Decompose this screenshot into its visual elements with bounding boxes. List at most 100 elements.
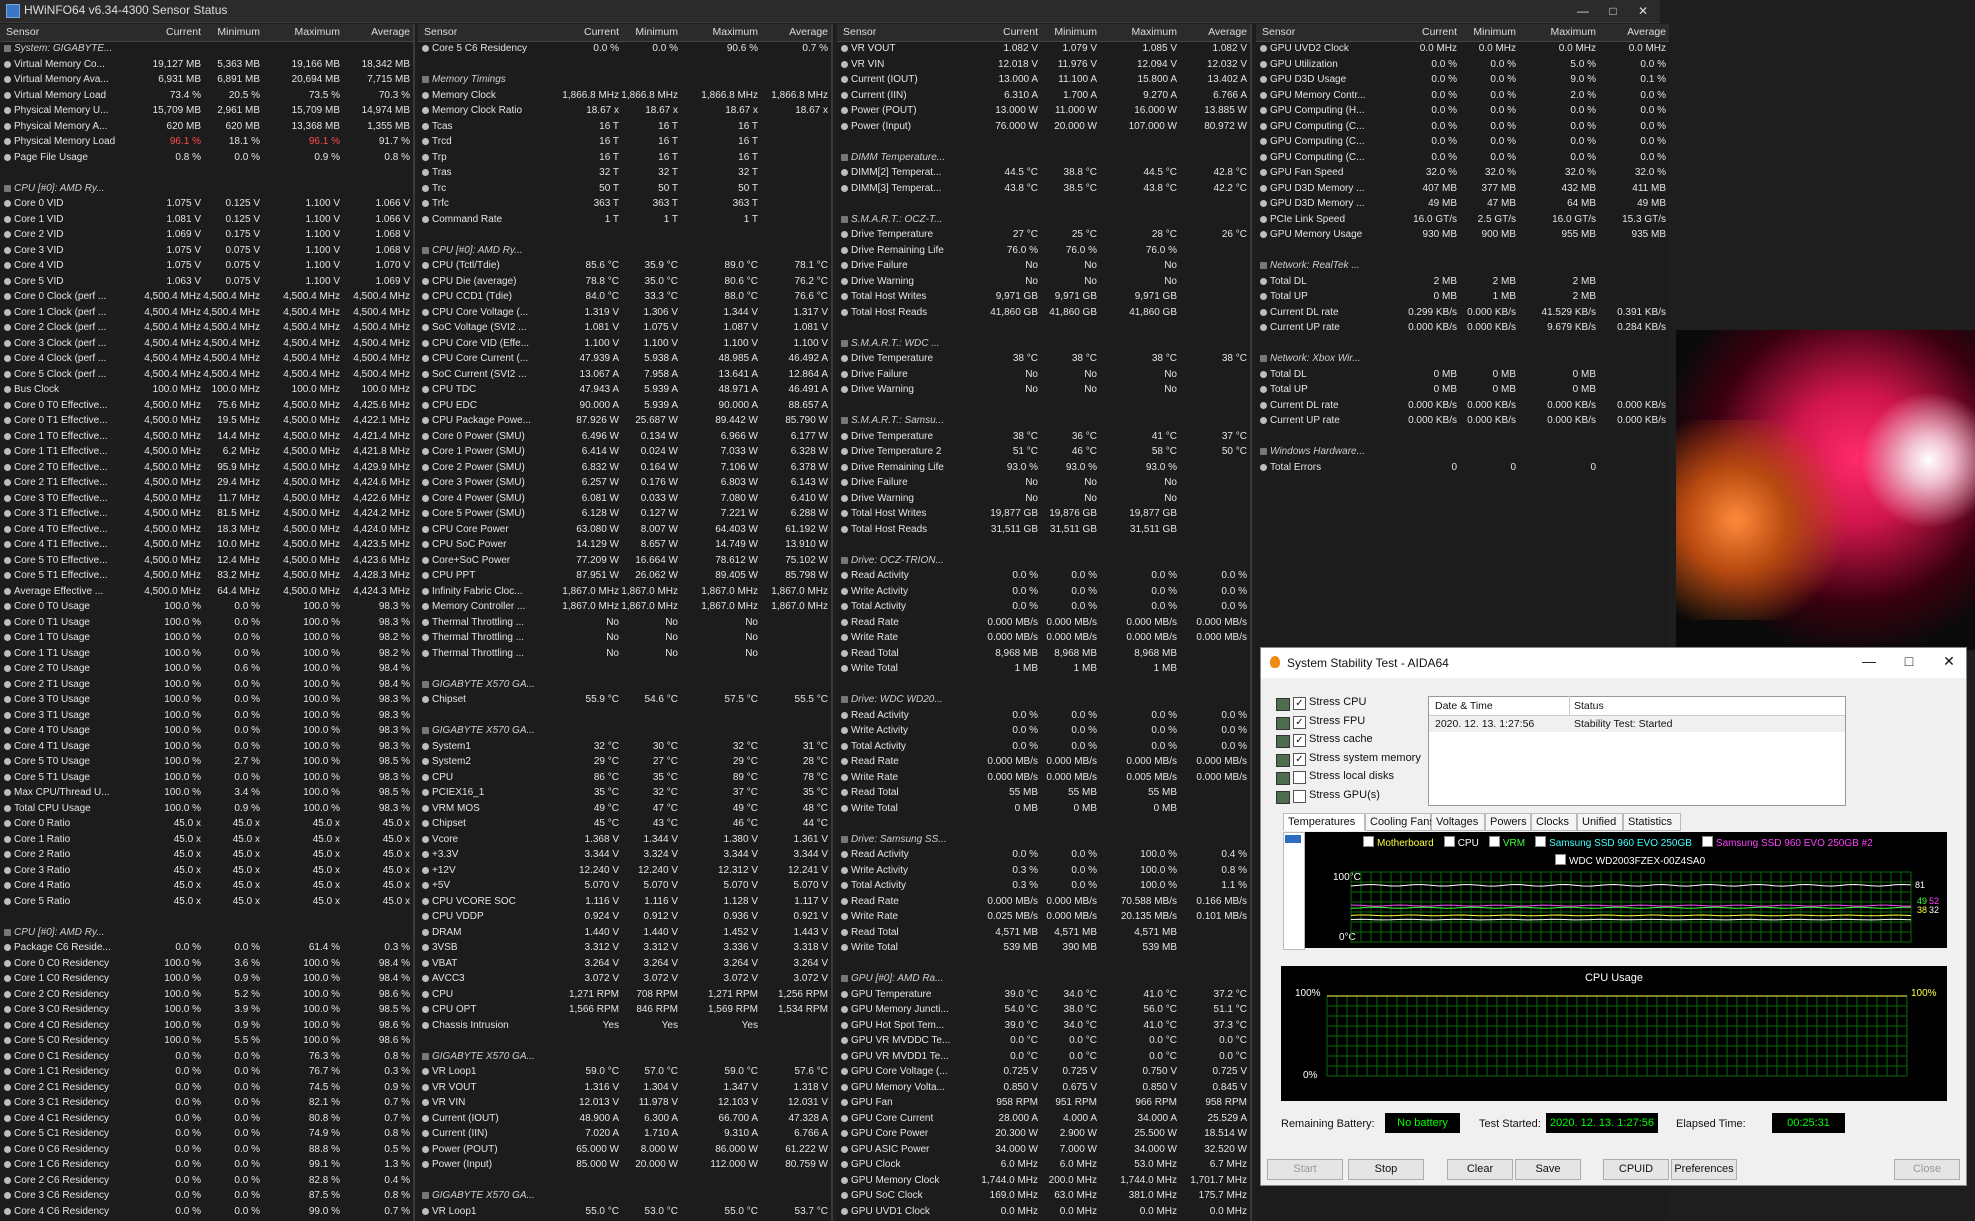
sensor-row[interactable]: Core 1 T1 Effective... 4,500.0 MHz 6.2 MHz… xyxy=(0,445,413,461)
sensor-row[interactable]: Core 3 T0 Usage 100.0 % 0.0 % 100.0 % 98.3 % xyxy=(0,693,413,709)
sensor-row[interactable]: Tcas 16 T 16 T 16 T xyxy=(418,120,831,136)
column-header-sensor[interactable]: Sensor xyxy=(1262,26,1295,38)
sensor-row[interactable]: Core 2 T1 Usage 100.0 % 0.0 % 100.0 % 98.4 % xyxy=(0,678,413,694)
sensor-row[interactable]: PCIe Link Speed 16.0 GT/s 2.5 GT/s 16.0 GT/… xyxy=(1256,213,1669,229)
sensor-group-header[interactable]: Drive: Samsung SS... xyxy=(837,833,1250,849)
sensor-row[interactable]: Core 4 T1 Usage 100.0 % 0.0 % 100.0 % 98.3 % xyxy=(0,740,413,756)
sensor-row[interactable]: Core 4 C1 Residency 0.0 % 0.0 % 80.8 % 0.7 % xyxy=(0,1112,413,1128)
aida-maximize-button[interactable]: □ xyxy=(1894,653,1924,669)
sensor-row[interactable]: CPU SoC Power 14.129 W 8.657 W 14.749 W 13.9… xyxy=(418,538,831,554)
sensor-row[interactable]: Physical Memory Load 96.1 % 18.1 % 96.1 % 91… xyxy=(0,135,413,151)
sensor-row[interactable]: Core 3 Power (SMU) 6.257 W 0.176 W 6.803 W6… xyxy=(418,476,831,492)
sensor-row[interactable]: Core 4 Clock (perf ... 4,500.4 MHz 4,500.4… xyxy=(0,352,413,368)
sensor-row[interactable]: Core 3 C0 Residency 100.0 % 3.9 % 100.0 % 98… xyxy=(0,1003,413,1019)
sensor-group-header[interactable]: Drive: OCZ-TRION... xyxy=(837,554,1250,570)
stress-checkbox[interactable]: ✓ xyxy=(1293,715,1306,729)
sensor-row[interactable]: Core 2 C1 Residency 0.0 % 0.0 % 74.5 % 0.9 % xyxy=(0,1081,413,1097)
sensor-row[interactable]: GPU Clock 6.0 MHz 6.0 MHz 53.0 MHz 6.7 MHz xyxy=(837,1158,1250,1174)
column-header-sensor[interactable]: Sensor xyxy=(424,26,457,38)
sensor-row[interactable]: CPU Core Current (... 47.939 A 5.938 A 48.9… xyxy=(418,352,831,368)
sensor-group-header[interactable]: GIGABYTE X570 GA... xyxy=(418,1050,831,1066)
sensor-row[interactable]: Current (IIN) 7.020 A 1.710 A 9.310 A 6.766 … xyxy=(418,1127,831,1143)
sensor-row[interactable]: Core 2 VID 1.069 V 0.175 V 1.100 V 1.068 V xyxy=(0,228,413,244)
log-row[interactable]: 2020. 12. 13. 1:27:56 Stability Test: St… xyxy=(1429,716,1845,732)
sensor-row[interactable]: Total Host Reads 31,511 GB 31,511 GB 31,511… xyxy=(837,523,1250,539)
sensor-row[interactable]: Average Effective ... 4,500.0 MHz 64.4 MHz… xyxy=(0,585,413,601)
sensor-row[interactable]: GPU Memory Contr... 0.0 % 0.0 % 2.0 % 0.0 % xyxy=(1256,89,1669,105)
sensor-row[interactable]: Trp 16 T 16 T 16 T xyxy=(418,151,831,167)
sensor-pane-3[interactable]: Sensor Current Minimum Maximum Average VR VOU… xyxy=(837,24,1252,1221)
sensor-row[interactable]: Bus Clock 100.0 MHz 100.0 MHz 100.0 MHz 100.… xyxy=(0,383,413,399)
sensor-row[interactable]: Drive Remaining Life 93.0 % 93.0 % 93.0 % xyxy=(837,461,1250,477)
sensor-row[interactable]: Chipset 45 °C 43 °C 46 °C 44 °C xyxy=(418,817,831,833)
sensor-row[interactable]: GPU VR MVDD1 Te... 0.0 °C 0.0 °C 0.0 °C 0.0 … xyxy=(837,1050,1250,1066)
sensor-row[interactable]: VR Loop1 59.0 °C 57.0 °C 59.0 °C 57.6 °C xyxy=(418,1065,831,1081)
sensor-row[interactable]: Core 5 T1 Usage 100.0 % 0.0 % 100.0 % 98.3 % xyxy=(0,771,413,787)
sensor-row[interactable]: Core 1 C6 Residency 0.0 % 0.0 % 99.1 % 1.3 % xyxy=(0,1158,413,1174)
sensor-row[interactable]: Core 2 Power (SMU) 6.832 W 0.164 W 7.106 W6… xyxy=(418,461,831,477)
sensor-row[interactable]: Core 2 T1 Effective... 4,500.0 MHz 29.4 MH… xyxy=(0,476,413,492)
sensor-row[interactable]: Drive Warning No No No xyxy=(837,275,1250,291)
sensor-row[interactable]: CPU (Tctl/Tdie) 85.6 °C 35.9 °C 89.0 °C 78.1… xyxy=(418,259,831,275)
sensor-row[interactable]: VR Loop1 55.0 °C 53.0 °C 55.0 °C 53.7 °C xyxy=(418,1205,831,1221)
sensor-group-header[interactable]: Windows Hardware... xyxy=(1256,445,1669,461)
sensor-row[interactable]: GPU Computing (C... 0.0 % 0.0 % 0.0 % 0.0 % xyxy=(1256,135,1669,151)
sensor-row[interactable]: GPU Memory Juncti... 54.0 °C 38.0 °C 56.0 °… xyxy=(837,1003,1250,1019)
column-header-current[interactable]: Current xyxy=(952,26,1038,38)
sensor-row[interactable]: Core 0 Clock (perf ... 4,500.4 MHz 4,500.4… xyxy=(0,290,413,306)
sensor-row[interactable]: Max CPU/Thread U... 100.0 % 3.4 % 100.0 % 98… xyxy=(0,786,413,802)
close-button[interactable]: ✕ xyxy=(1628,1,1658,21)
sensor-row[interactable]: Core 5 T1 Effective... 4,500.0 MHz 83.2 MH… xyxy=(0,569,413,585)
sensor-row[interactable]: Write Rate 0.025 MB/s 0.000 MB/s 20.135 MB/… xyxy=(837,910,1250,926)
sensor-row[interactable]: Current (IIN) 6.310 A 1.700 A 9.270 A 6.766 … xyxy=(837,89,1250,105)
column-header-minimum[interactable]: Minimum xyxy=(1027,26,1097,38)
sensor-row[interactable]: VR VIN 12.018 V 11.976 V 12.094 V 12.032 V xyxy=(837,58,1250,74)
sensor-row[interactable]: GPU Core Power 20.300 W 2.900 W 25.500 W 18.… xyxy=(837,1127,1250,1143)
sensor-group-header[interactable]: CPU [#0]: AMD Ry... xyxy=(0,926,413,942)
sensor-row[interactable]: Read Total 4,571 MB 4,571 MB 4,571 MB xyxy=(837,926,1250,942)
sensor-group-header[interactable]: Network: RealTek ... xyxy=(1256,259,1669,275)
sensor-row[interactable]: Core 5 C0 Residency 100.0 % 5.5 % 100.0 % 98… xyxy=(0,1034,413,1050)
sensor-row[interactable]: CPU TDC 47.943 A 5.939 A 48.971 A 46.491 A xyxy=(418,383,831,399)
sensor-row[interactable]: CPU Package Powe... 87.926 W 25.687 W 89.44… xyxy=(418,414,831,430)
sensor-row[interactable]: Core 3 C1 Residency 0.0 % 0.0 % 82.1 % 0.7 % xyxy=(0,1096,413,1112)
sensor-row[interactable]: Drive Temperature 38 °C 38 °C 38 °C 38 °C xyxy=(837,352,1250,368)
sensor-row[interactable]: GPU D3D Memory ... 407 MB 377 MB 432 MB 411 … xyxy=(1256,182,1669,198)
sensor-group-header[interactable]: CPU [#0]: AMD Ry... xyxy=(0,182,413,198)
aida-minimize-button[interactable]: — xyxy=(1854,653,1884,669)
sensor-row[interactable]: Tras 32 T 32 T 32 T xyxy=(418,166,831,182)
sensor-row[interactable]: CPU 86 °C 35 °C 89 °C 78 °C xyxy=(418,771,831,787)
sensor-row[interactable]: Total DL 2 MB 2 MB 2 MB xyxy=(1256,275,1669,291)
column-header-average[interactable]: Average xyxy=(758,26,828,38)
column-header-maximum[interactable]: Maximum xyxy=(268,26,340,38)
sensor-row[interactable]: GPU Core Current 28.000 A 4.000 A 34.000 A2… xyxy=(837,1112,1250,1128)
sensor-row[interactable]: Drive Warning No No No xyxy=(837,492,1250,508)
sensor-row[interactable]: Core 5 VID 1.063 V 0.075 V 1.100 V 1.069 V xyxy=(0,275,413,291)
sensor-row[interactable]: Write Total 539 MB 390 MB 539 MB xyxy=(837,941,1250,957)
column-header-current[interactable]: Current xyxy=(1371,26,1457,38)
sensor-row[interactable]: Infinity Fabric Cloc... 1,867.0 MHz 1,867.… xyxy=(418,585,831,601)
sensor-row[interactable]: +5V 5.070 V 5.070 V 5.070 V 5.070 V xyxy=(418,879,831,895)
sensor-row[interactable]: GPU UVD1 Clock 0.0 MHz 0.0 MHz 0.0 MHz 0.0 M… xyxy=(837,1205,1250,1221)
cpuid-button[interactable]: CPUID xyxy=(1603,1159,1669,1180)
column-header-average[interactable]: Average xyxy=(1596,26,1666,38)
sensor-row[interactable]: Write Activity 0.0 % 0.0 % 0.0 % 0.0 % xyxy=(837,724,1250,740)
stress-checkbox[interactable] xyxy=(1293,789,1306,803)
sensor-row[interactable]: Virtual Memory Ava... 6,931 MB 6,891 MB 20,… xyxy=(0,73,413,89)
sensor-row[interactable]: Core 4 Power (SMU) 6.081 W 0.033 W 7.080 W6… xyxy=(418,492,831,508)
sensor-row[interactable]: CPU PPT 87.951 W 26.062 W 89.405 W 85.798 W xyxy=(418,569,831,585)
sensor-row[interactable]: CPU Die (average) 78.8 °C 35.0 °C 80.6 °C 76… xyxy=(418,275,831,291)
sensor-row[interactable]: Current DL rate 0.000 KB/s 0.000 KB/s 0.000… xyxy=(1256,399,1669,415)
tab-unified[interactable]: Unified xyxy=(1577,813,1623,831)
sensor-row[interactable]: AVCC3 3.072 V 3.072 V 3.072 V 3.072 V xyxy=(418,972,831,988)
sensor-row[interactable]: Core 1 T1 Usage 100.0 % 0.0 % 100.0 % 98.2 % xyxy=(0,647,413,663)
sensor-row[interactable]: GPU Core Voltage (... 0.725 V 0.725 V 0.750… xyxy=(837,1065,1250,1081)
sensor-row[interactable]: Core 4 T1 Effective... 4,500.0 MHz 10.0 MH… xyxy=(0,538,413,554)
sensor-row[interactable]: Current (IOUT) 13.000 A 11.100 A 15.800 A 13… xyxy=(837,73,1250,89)
column-header-current[interactable]: Current xyxy=(533,26,619,38)
graph-scroll-thumb[interactable] xyxy=(1285,835,1301,843)
sensor-row[interactable]: Core 0 T1 Usage 100.0 % 0.0 % 100.0 % 98.3 % xyxy=(0,616,413,632)
sensor-row[interactable]: Trc 50 T 50 T 50 T xyxy=(418,182,831,198)
sensor-row[interactable]: Total DL 0 MB 0 MB 0 MB xyxy=(1256,368,1669,384)
column-header-average[interactable]: Average xyxy=(340,26,410,38)
